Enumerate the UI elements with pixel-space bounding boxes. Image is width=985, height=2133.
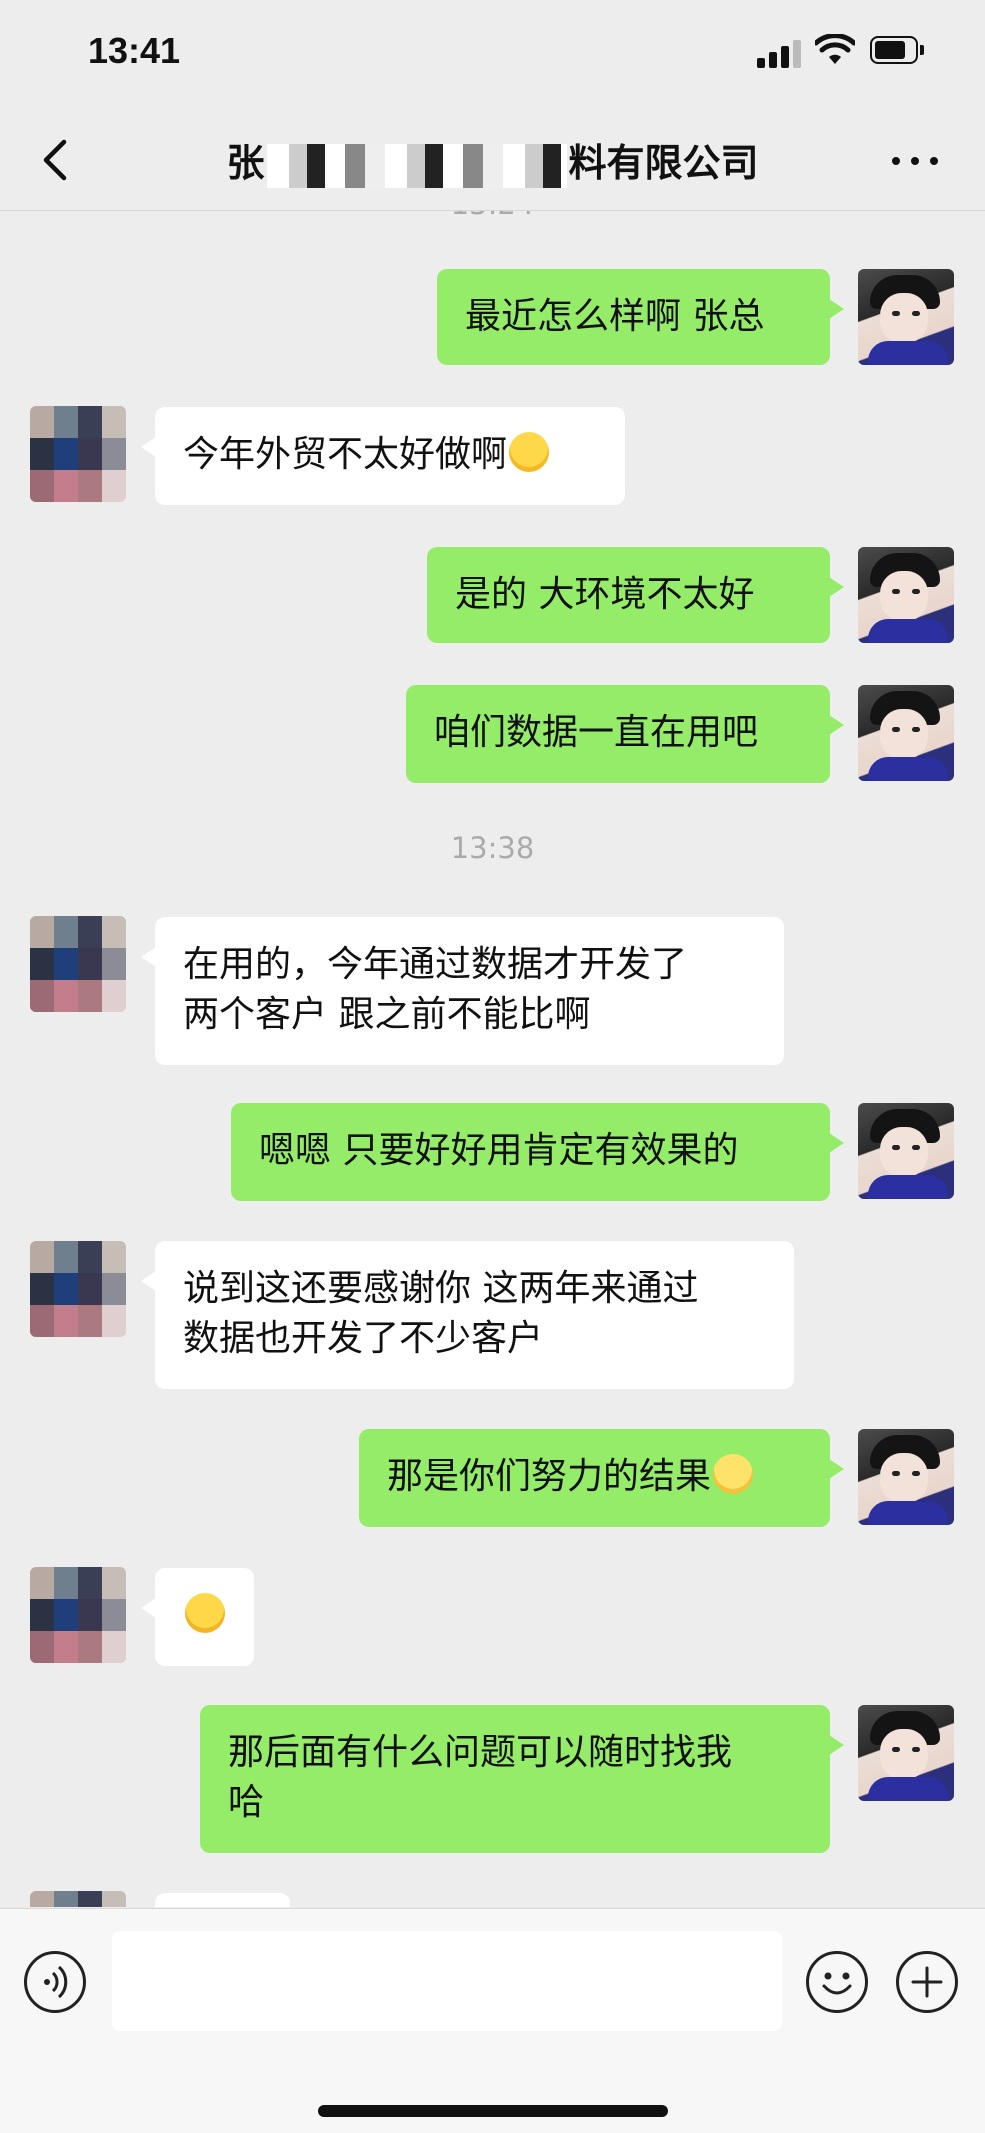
contact-avatar[interactable] (30, 916, 126, 1012)
incoming-message[interactable]: 今年外贸不太好做啊 (141, 407, 625, 505)
contact-avatar[interactable] (30, 1241, 126, 1337)
my-avatar[interactable] (858, 547, 954, 643)
chat-title-suffix: 料有限公司 (568, 141, 759, 185)
home-indicator[interactable] (318, 2105, 668, 2117)
my-avatar[interactable] (858, 685, 954, 781)
smile-icon (713, 1454, 754, 1494)
incoming-message[interactable] (141, 1568, 254, 1666)
message-input[interactable] (112, 1931, 782, 2031)
my-avatar[interactable] (858, 1429, 954, 1525)
redacted-mosaic (266, 143, 567, 188)
outgoing-message[interactable]: 咱们数据一直在用吧 (406, 685, 844, 783)
incoming-message[interactable]: 说到这还要感谢你 这两年来通过 数据也开发了不少客户 (141, 1241, 794, 1389)
outgoing-message[interactable]: 嗯嗯 只要好好用肯定有效果的 (231, 1103, 844, 1201)
my-avatar[interactable] (858, 1705, 954, 1801)
chat-title-prefix: 张 (226, 141, 265, 185)
battery-icon (870, 36, 926, 64)
outgoing-message[interactable]: 那是你们努力的结果 (359, 1429, 844, 1527)
message-list[interactable]: 13:24 最近怎么样啊 张总 今年外贸不太好做啊 是的 大环境不太好 咱们数据… (0, 211, 985, 1907)
outgoing-message[interactable]: 是的 大环境不太好 (427, 547, 844, 643)
incoming-message[interactable] (155, 1893, 290, 1907)
thinking-icon (185, 1593, 225, 1633)
outgoing-message[interactable]: 那后面有什么问题可以随时找我哈 (200, 1705, 844, 1853)
timestamp: 13:38 (450, 831, 535, 865)
wifi-icon (815, 34, 855, 64)
contact-avatar[interactable] (30, 1891, 126, 1907)
status-time: 13:41 (88, 30, 181, 71)
timestamp: 13:24 (0, 211, 985, 221)
outgoing-message[interactable]: 最近怎么样啊 张总 (437, 269, 844, 365)
contact-avatar[interactable] (30, 1567, 126, 1663)
laugh-cry-icon (509, 432, 550, 472)
input-bar (0, 1908, 985, 2133)
chat-title: 张 料有限公司 (0, 132, 985, 188)
add-attachment-icon[interactable] (896, 1951, 958, 2013)
chat-header: 张 料有限公司 (0, 110, 985, 211)
cellular-signal-icon (757, 38, 801, 68)
contact-avatar[interactable] (30, 406, 126, 502)
status-bar: 13:41 (0, 0, 985, 110)
voice-input-icon[interactable] (24, 1951, 86, 2013)
my-avatar[interactable] (858, 1103, 954, 1199)
my-avatar[interactable] (858, 269, 954, 365)
incoming-message[interactable]: 在用的，今年通过数据才开发了 两个客户 跟之前不能比啊 (141, 917, 784, 1065)
more-options-icon[interactable] (880, 140, 950, 180)
emoji-picker-icon[interactable] (806, 1951, 868, 2013)
